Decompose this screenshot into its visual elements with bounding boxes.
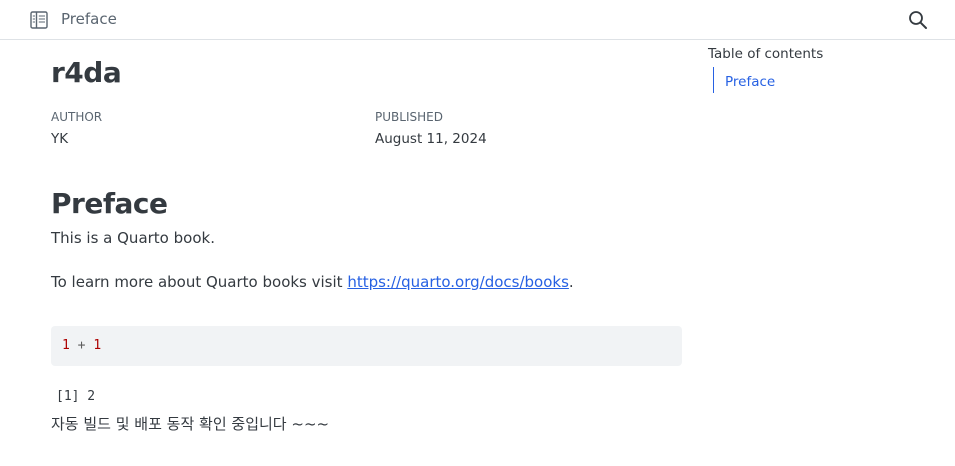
author-label: AUTHOR — [51, 110, 103, 124]
top-navbar: Preface — [0, 0, 955, 40]
author-value: YK — [51, 131, 69, 147]
code-operator: + — [77, 338, 86, 353]
toc-item-preface[interactable]: Preface — [725, 74, 775, 90]
code-number-left: 1 — [62, 338, 70, 353]
sidebar-toggle-icon[interactable] — [30, 11, 48, 29]
learn-more-suffix: . — [568, 273, 574, 291]
toc-title: Table of contents — [708, 46, 824, 62]
search-icon[interactable] — [908, 10, 928, 30]
learn-more-text: To learn more about Quarto books visit — [51, 273, 348, 291]
published-label: PUBLISHED — [375, 110, 443, 124]
toc-list: Preface — [713, 67, 775, 93]
intro-paragraph: This is a Quarto book. — [51, 229, 215, 247]
preface-heading: Preface — [51, 187, 168, 220]
learn-more-paragraph: To learn more about Quarto books visit h… — [51, 273, 574, 291]
quarto-books-link[interactable]: https://quarto.org/docs/books — [347, 273, 569, 291]
code-output: [1] 2 — [56, 389, 96, 404]
breadcrumb[interactable]: Preface — [61, 10, 117, 28]
published-value: August 11, 2024 — [375, 131, 487, 147]
korean-paragraph: 자동 빌드 및 배포 동작 확인 중입니다 ~~~ — [51, 415, 330, 433]
page-title: r4da — [51, 56, 122, 89]
code-content: 1 + 1 — [62, 338, 101, 353]
code-block: 1 + 1 — [51, 326, 682, 366]
code-number-right: 1 — [93, 338, 102, 353]
